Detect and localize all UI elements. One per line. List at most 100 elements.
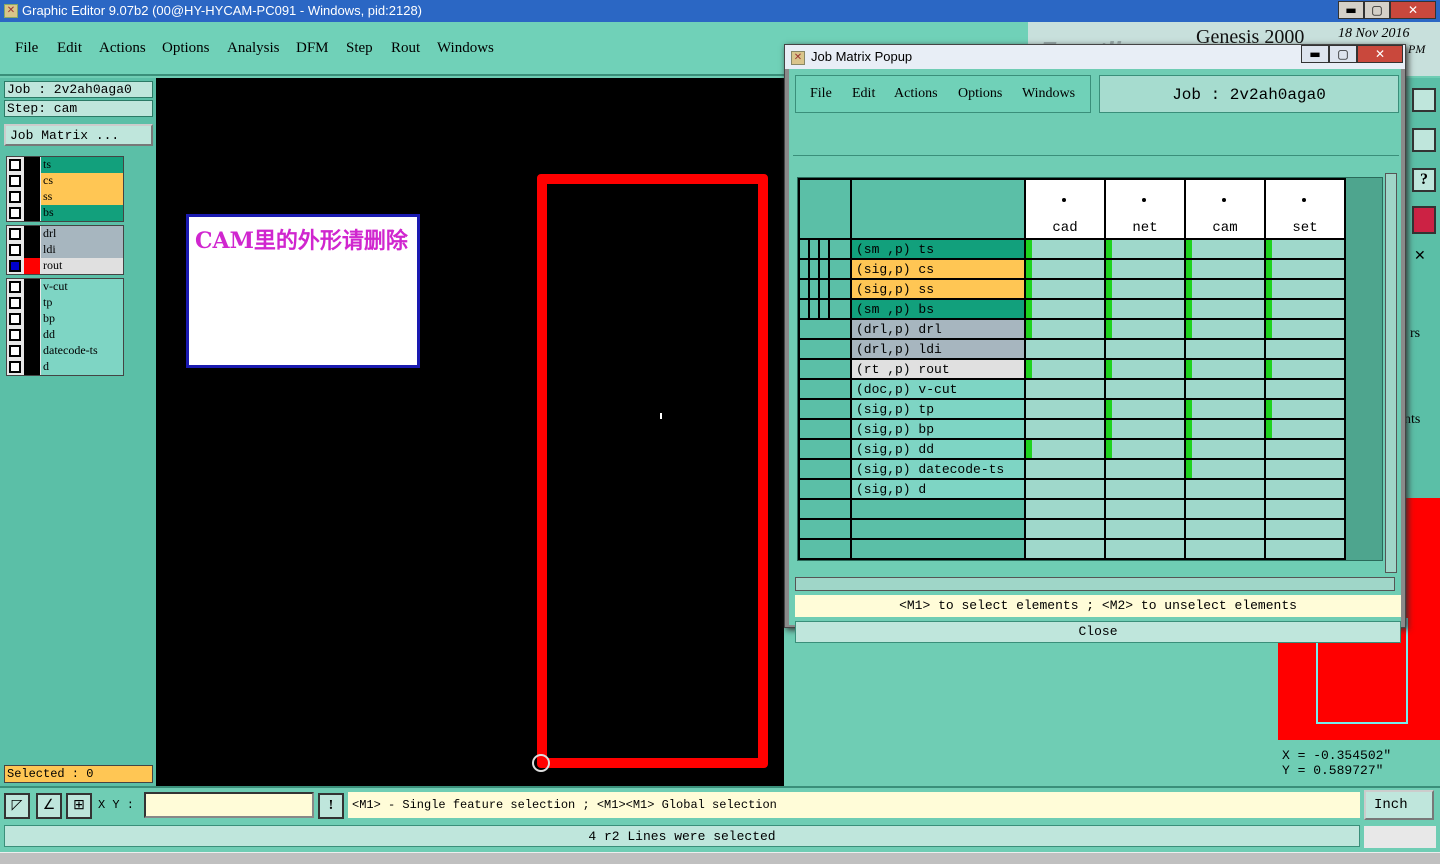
matrix-step-cad[interactable]: cad [1024, 178, 1106, 240]
matrix-cell[interactable] [1184, 498, 1266, 520]
matrix-layer-label[interactable]: (sm ,p) ts [850, 238, 1026, 260]
layer-color-swatch[interactable] [24, 242, 40, 258]
menu-rout[interactable]: Rout [391, 40, 420, 57]
matrix-cell[interactable] [1264, 298, 1346, 320]
matrix-cell[interactable] [1104, 378, 1186, 400]
row-link-cell[interactable] [798, 278, 852, 300]
matrix-cell[interactable] [1024, 358, 1106, 380]
row-link-cell[interactable] [798, 358, 852, 380]
row-link-cell[interactable] [798, 458, 852, 480]
layer-row-ldi[interactable]: ldi [7, 242, 123, 258]
row-link-cell[interactable] [798, 478, 852, 500]
matrix-layer-label[interactable]: (sig,p) dd [850, 438, 1026, 460]
matrix-horizontal-scrollbar[interactable] [795, 577, 1395, 591]
rout-outline[interactable] [537, 174, 768, 768]
matrix-cell[interactable] [1264, 358, 1346, 380]
matrix-cell[interactable] [1024, 538, 1106, 560]
grid-icon[interactable]: ⊞ [66, 793, 92, 819]
menu-dfm[interactable]: DFM [296, 40, 329, 57]
layer-name[interactable]: drl [41, 226, 123, 242]
menu-file[interactable]: File [15, 40, 38, 57]
matrix-layer-label[interactable] [850, 498, 1026, 520]
matrix-cell[interactable] [1104, 438, 1186, 460]
layer-color-swatch[interactable] [24, 173, 40, 189]
matrix-layer-label[interactable]: (sig,p) bp [850, 418, 1026, 440]
menu-edit[interactable]: Edit [57, 40, 82, 57]
layer-name[interactable]: ldi [41, 242, 123, 258]
popup-close-button[interactable]: ✕ [1357, 45, 1403, 63]
menu-actions[interactable]: Actions [99, 40, 146, 57]
matrix-cell[interactable] [1024, 318, 1106, 340]
layer-color-swatch[interactable] [24, 279, 40, 295]
matrix-layer-label[interactable]: (sig,p) d [850, 478, 1026, 500]
matrix-cell[interactable] [1104, 518, 1186, 540]
layer-color-swatch[interactable] [24, 359, 40, 375]
matrix-cell[interactable] [1184, 418, 1266, 440]
select-arrow-icon[interactable]: ◸ [4, 793, 30, 819]
row-link-cell[interactable] [798, 438, 852, 460]
matrix-cell[interactable] [1184, 378, 1266, 400]
matrix-cell[interactable] [1184, 438, 1266, 460]
popup-minimize-button[interactable]: ▬ [1301, 45, 1329, 63]
matrix-layer-label[interactable]: (sig,p) ss [850, 278, 1026, 300]
matrix-cell[interactable] [1184, 238, 1266, 260]
matrix-layer-label[interactable]: (doc,p) v-cut [850, 378, 1026, 400]
matrix-cell[interactable] [1264, 338, 1346, 360]
layer-name[interactable]: rout [41, 258, 123, 274]
matrix-cell[interactable] [1184, 298, 1266, 320]
matrix-cell[interactable] [1024, 298, 1106, 320]
maximize-button[interactable]: ▢ [1364, 1, 1390, 19]
layer-row-bp[interactable]: bp [7, 311, 123, 327]
layer-checkbox[interactable] [9, 297, 21, 309]
layer-color-swatch[interactable] [24, 311, 40, 327]
matrix-layer-label[interactable] [850, 538, 1026, 560]
popup-menu-actions[interactable]: Actions [894, 86, 938, 102]
matrix-cell[interactable] [1264, 278, 1346, 300]
matrix-cell[interactable] [1024, 438, 1106, 460]
layer-name[interactable]: ss [41, 189, 123, 205]
matrix-cell[interactable] [1184, 538, 1266, 560]
matrix-layer-label[interactable]: (sig,p) cs [850, 258, 1026, 280]
menu-options[interactable]: Options [162, 40, 210, 57]
matrix-cell[interactable] [1024, 518, 1106, 540]
layer-name[interactable]: ts [41, 157, 123, 173]
close-icon[interactable]: ✕ [1414, 248, 1438, 266]
row-link-cell[interactable] [798, 498, 852, 520]
matrix-cell[interactable] [1184, 338, 1266, 360]
matrix-cell[interactable] [1264, 318, 1346, 340]
layer-name[interactable]: cs [41, 173, 123, 189]
row-link-cell[interactable] [798, 318, 852, 340]
layer-checkbox[interactable] [9, 159, 21, 171]
matrix-cell[interactable] [1104, 258, 1186, 280]
layer-row-tp[interactable]: tp [7, 295, 123, 311]
layer-checkbox[interactable] [9, 329, 21, 341]
matrix-cell[interactable] [1184, 358, 1266, 380]
matrix-cell[interactable] [1264, 258, 1346, 280]
layer-checkbox[interactable] [9, 260, 21, 272]
matrix-cell[interactable] [1104, 338, 1186, 360]
matrix-cell[interactable] [1264, 438, 1346, 460]
matrix-cell[interactable] [1104, 498, 1186, 520]
matrix-cell[interactable] [1104, 238, 1186, 260]
traffic-light-icon[interactable] [1412, 206, 1436, 234]
matrix-cell[interactable] [1104, 398, 1186, 420]
layer-color-swatch[interactable] [24, 295, 40, 311]
matrix-cell[interactable] [1104, 318, 1186, 340]
layer-checkbox[interactable] [9, 228, 21, 240]
layer-color-swatch[interactable] [24, 258, 40, 274]
menu-analysis[interactable]: Analysis [227, 40, 280, 57]
matrix-cell[interactable] [1264, 538, 1346, 560]
matrix-step-net[interactable]: net [1104, 178, 1186, 240]
row-link-cell[interactable] [798, 418, 852, 440]
measure-icon[interactable]: ∠ [36, 793, 62, 819]
matrix-cell[interactable] [1264, 238, 1346, 260]
layer-row-datecode-ts[interactable]: datecode-ts [7, 343, 123, 359]
layer-name[interactable]: v-cut [41, 279, 123, 295]
matrix-layer-label[interactable]: (sig,p) tp [850, 398, 1026, 420]
layer-row-v-cut[interactable]: v-cut [7, 279, 123, 295]
matrix-layer-label[interactable]: (rt ,p) rout [850, 358, 1026, 380]
matrix-cell[interactable] [1104, 538, 1186, 560]
matrix-cell[interactable] [1024, 458, 1106, 480]
layer-row-drl[interactable]: drl [7, 226, 123, 242]
matrix-cell[interactable] [1264, 458, 1346, 480]
